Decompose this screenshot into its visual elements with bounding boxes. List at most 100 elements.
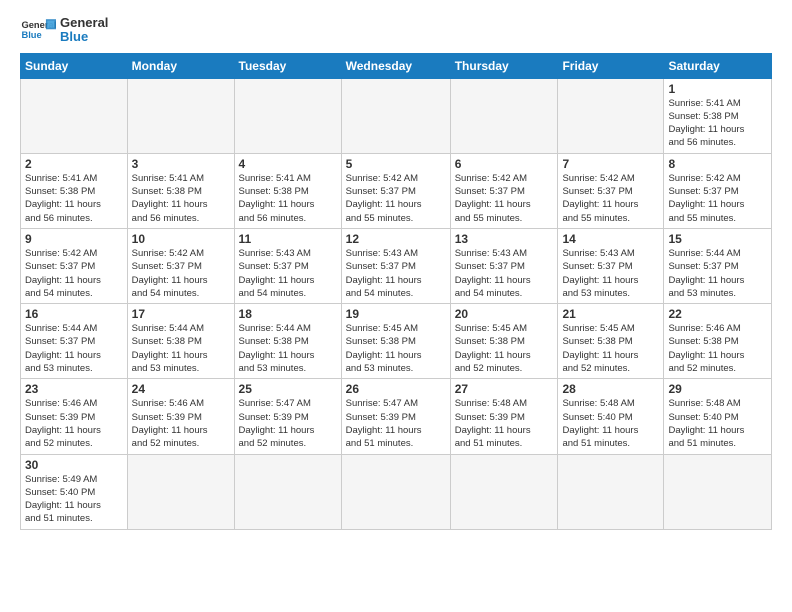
sunrise-text: Sunrise: 5:48 AM: [455, 398, 527, 409]
page: General Blue General Blue SundayMondayTu…: [0, 0, 792, 540]
daylight-hours-text: Daylight: 11 hours: [562, 275, 638, 286]
daylight-minutes-text: and 54 minutes.: [239, 288, 307, 299]
sunrise-text: Sunrise: 5:45 AM: [346, 323, 418, 334]
day-number: 2: [25, 157, 123, 171]
daylight-hours-text: Daylight: 11 hours: [25, 199, 101, 210]
sunrise-text: Sunrise: 5:47 AM: [346, 398, 418, 409]
day-number: 3: [132, 157, 230, 171]
day-number: 14: [562, 232, 659, 246]
daylight-minutes-text: and 55 minutes.: [562, 213, 630, 224]
calendar-cell: 23Sunrise: 5:46 AMSunset: 5:39 PMDayligh…: [21, 379, 128, 454]
daylight-minutes-text: and 52 minutes.: [562, 363, 630, 374]
calendar-cell: 28Sunrise: 5:48 AMSunset: 5:40 PMDayligh…: [558, 379, 664, 454]
day-info: Sunrise: 5:44 AMSunset: 5:37 PMDaylight:…: [25, 322, 123, 375]
daylight-hours-text: Daylight: 11 hours: [346, 199, 422, 210]
day-number: 4: [239, 157, 337, 171]
sunset-text: Sunset: 5:37 PM: [562, 186, 632, 197]
daylight-hours-text: Daylight: 11 hours: [455, 199, 531, 210]
day-number: 8: [668, 157, 767, 171]
calendar-cell: 6Sunrise: 5:42 AMSunset: 5:37 PMDaylight…: [450, 153, 558, 228]
daylight-hours-text: Daylight: 11 hours: [132, 425, 208, 436]
daylight-hours-text: Daylight: 11 hours: [668, 124, 744, 135]
week-row-6: 30Sunrise: 5:49 AMSunset: 5:40 PMDayligh…: [21, 454, 772, 529]
sunset-text: Sunset: 5:37 PM: [25, 261, 95, 272]
calendar-cell: 29Sunrise: 5:48 AMSunset: 5:40 PMDayligh…: [664, 379, 772, 454]
logo-icon: General Blue: [20, 16, 56, 44]
calendar: SundayMondayTuesdayWednesdayThursdayFrid…: [20, 53, 772, 530]
daylight-minutes-text: and 54 minutes.: [25, 288, 93, 299]
calendar-cell: 22Sunrise: 5:46 AMSunset: 5:38 PMDayligh…: [664, 304, 772, 379]
day-info: Sunrise: 5:42 AMSunset: 5:37 PMDaylight:…: [562, 172, 659, 225]
daylight-minutes-text: and 54 minutes.: [346, 288, 414, 299]
sunrise-text: Sunrise: 5:43 AM: [455, 248, 527, 259]
day-info: Sunrise: 5:41 AMSunset: 5:38 PMDaylight:…: [668, 97, 767, 150]
daylight-minutes-text: and 51 minutes.: [25, 513, 93, 524]
daylight-hours-text: Daylight: 11 hours: [562, 425, 638, 436]
calendar-cell: 5Sunrise: 5:42 AMSunset: 5:37 PMDaylight…: [341, 153, 450, 228]
calendar-cell: 12Sunrise: 5:43 AMSunset: 5:37 PMDayligh…: [341, 228, 450, 303]
logo-text: General Blue: [60, 16, 108, 45]
daylight-hours-text: Daylight: 11 hours: [455, 275, 531, 286]
sunset-text: Sunset: 5:39 PM: [455, 412, 525, 423]
day-number: 27: [455, 382, 554, 396]
daylight-minutes-text: and 53 minutes.: [668, 288, 736, 299]
day-info: Sunrise: 5:46 AMSunset: 5:39 PMDaylight:…: [25, 397, 123, 450]
calendar-cell: 8Sunrise: 5:42 AMSunset: 5:37 PMDaylight…: [664, 153, 772, 228]
day-number: 30: [25, 458, 123, 472]
day-info: Sunrise: 5:48 AMSunset: 5:39 PMDaylight:…: [455, 397, 554, 450]
sunset-text: Sunset: 5:39 PM: [346, 412, 416, 423]
sunset-text: Sunset: 5:39 PM: [25, 412, 95, 423]
week-row-1: 1Sunrise: 5:41 AMSunset: 5:38 PMDaylight…: [21, 78, 772, 153]
sunset-text: Sunset: 5:38 PM: [455, 336, 525, 347]
day-info: Sunrise: 5:43 AMSunset: 5:37 PMDaylight:…: [562, 247, 659, 300]
daylight-hours-text: Daylight: 11 hours: [25, 425, 101, 436]
day-number: 25: [239, 382, 337, 396]
day-number: 20: [455, 307, 554, 321]
weekday-header-sunday: Sunday: [21, 53, 128, 78]
calendar-cell: 20Sunrise: 5:45 AMSunset: 5:38 PMDayligh…: [450, 304, 558, 379]
sunset-text: Sunset: 5:38 PM: [346, 336, 416, 347]
calendar-cell: 18Sunrise: 5:44 AMSunset: 5:38 PMDayligh…: [234, 304, 341, 379]
calendar-cell: 4Sunrise: 5:41 AMSunset: 5:38 PMDaylight…: [234, 153, 341, 228]
sunset-text: Sunset: 5:37 PM: [239, 261, 309, 272]
calendar-cell: [341, 78, 450, 153]
calendar-cell: [21, 78, 128, 153]
calendar-cell: [234, 454, 341, 529]
sunset-text: Sunset: 5:40 PM: [562, 412, 632, 423]
daylight-minutes-text: and 52 minutes.: [668, 363, 736, 374]
calendar-cell: 14Sunrise: 5:43 AMSunset: 5:37 PMDayligh…: [558, 228, 664, 303]
sunrise-text: Sunrise: 5:44 AM: [668, 248, 740, 259]
sunrise-text: Sunrise: 5:43 AM: [239, 248, 311, 259]
day-info: Sunrise: 5:43 AMSunset: 5:37 PMDaylight:…: [346, 247, 446, 300]
day-info: Sunrise: 5:43 AMSunset: 5:37 PMDaylight:…: [239, 247, 337, 300]
sunrise-text: Sunrise: 5:44 AM: [132, 323, 204, 334]
sunrise-text: Sunrise: 5:46 AM: [668, 323, 740, 334]
daylight-hours-text: Daylight: 11 hours: [668, 425, 744, 436]
day-info: Sunrise: 5:47 AMSunset: 5:39 PMDaylight:…: [239, 397, 337, 450]
day-info: Sunrise: 5:42 AMSunset: 5:37 PMDaylight:…: [132, 247, 230, 300]
weekday-header-row: SundayMondayTuesdayWednesdayThursdayFrid…: [21, 53, 772, 78]
day-number: 18: [239, 307, 337, 321]
day-number: 1: [668, 82, 767, 96]
calendar-cell: 24Sunrise: 5:46 AMSunset: 5:39 PMDayligh…: [127, 379, 234, 454]
sunset-text: Sunset: 5:37 PM: [562, 261, 632, 272]
sunrise-text: Sunrise: 5:48 AM: [668, 398, 740, 409]
day-info: Sunrise: 5:41 AMSunset: 5:38 PMDaylight:…: [132, 172, 230, 225]
daylight-hours-text: Daylight: 11 hours: [668, 275, 744, 286]
sunrise-text: Sunrise: 5:42 AM: [132, 248, 204, 259]
calendar-cell: 16Sunrise: 5:44 AMSunset: 5:37 PMDayligh…: [21, 304, 128, 379]
daylight-hours-text: Daylight: 11 hours: [132, 199, 208, 210]
day-info: Sunrise: 5:46 AMSunset: 5:38 PMDaylight:…: [668, 322, 767, 375]
day-number: 17: [132, 307, 230, 321]
sunrise-text: Sunrise: 5:42 AM: [346, 173, 418, 184]
sunrise-text: Sunrise: 5:41 AM: [25, 173, 97, 184]
week-row-3: 9Sunrise: 5:42 AMSunset: 5:37 PMDaylight…: [21, 228, 772, 303]
calendar-cell: 21Sunrise: 5:45 AMSunset: 5:38 PMDayligh…: [558, 304, 664, 379]
daylight-hours-text: Daylight: 11 hours: [239, 425, 315, 436]
day-number: 9: [25, 232, 123, 246]
daylight-hours-text: Daylight: 11 hours: [132, 275, 208, 286]
daylight-minutes-text: and 52 minutes.: [25, 438, 93, 449]
calendar-cell: 15Sunrise: 5:44 AMSunset: 5:37 PMDayligh…: [664, 228, 772, 303]
day-number: 15: [668, 232, 767, 246]
week-row-4: 16Sunrise: 5:44 AMSunset: 5:37 PMDayligh…: [21, 304, 772, 379]
